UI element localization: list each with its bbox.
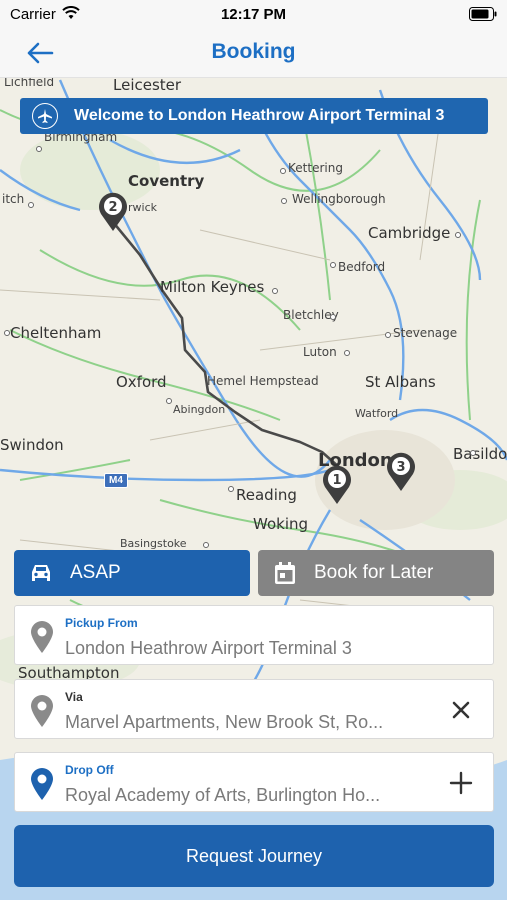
map-label-hemel-hempstead: Hemel Hempstead: [207, 374, 319, 388]
calendar-icon: [275, 562, 295, 584]
welcome-banner-text: Welcome to London Heathrow Airport Termi…: [74, 107, 445, 124]
status-bar: Carrier 12:17 PM: [0, 0, 507, 30]
town-dot: [166, 398, 172, 404]
map-label-st-albans: St Albans: [365, 373, 436, 391]
town-dot: [344, 350, 350, 356]
pickup-caption: Pickup From: [65, 616, 138, 630]
status-time: 12:17 PM: [220, 6, 287, 23]
map-label-stevenage: Stevenage: [393, 326, 458, 340]
route-pin-1-icon[interactable]: 1: [321, 463, 353, 505]
welcome-banner: Welcome to London Heathrow Airport Termi…: [20, 98, 488, 134]
via-field[interactable]: Via Marvel Apartments, New Brook St, Ro.…: [14, 679, 494, 739]
location-pin-icon: [31, 621, 53, 653]
map-label-swindon: Swindon: [0, 436, 64, 454]
map-label-woking: Woking: [253, 515, 309, 533]
add-via-plus-icon[interactable]: [447, 769, 475, 797]
town-dot: [28, 202, 34, 208]
dropoff-value: Royal Academy of Arts, Burlington Ho...: [65, 785, 381, 805]
map-label-cambridge: Cambridge: [368, 224, 451, 242]
town-dot: [385, 332, 391, 338]
town-dot: [330, 262, 336, 268]
town-dot: [4, 330, 10, 336]
route-pin-2-icon[interactable]: 2: [97, 190, 129, 232]
map-label-cheltenham: Cheltenham: [10, 324, 102, 342]
request-journey-button[interactable]: Request Journey: [14, 825, 494, 887]
town-dot: [203, 542, 209, 548]
town-dot: [470, 450, 476, 456]
remove-via-close-icon[interactable]: [447, 696, 475, 724]
town-dot: [280, 168, 286, 174]
map-label-luton: Luton: [303, 345, 337, 359]
town-dot: [281, 198, 287, 204]
dropoff-field[interactable]: Drop Off Royal Academy of Arts, Burlingt…: [14, 752, 494, 812]
book-for-later-label: Book for Later: [314, 562, 434, 583]
airplane-icon: [32, 103, 58, 129]
nav-bar: Booking: [0, 30, 507, 78]
map-label-lichfield: Lichfield: [4, 78, 55, 89]
map-label-milton-keynes: Milton Keynes: [160, 278, 265, 296]
page-title: Booking: [211, 40, 296, 63]
battery-icon: [469, 7, 497, 21]
map-label-oxford: Oxford: [116, 373, 167, 391]
map-label-abingdon: Abingdon: [173, 403, 226, 416]
route-pin-1-label: 1: [332, 473, 341, 488]
location-pin-icon: [31, 695, 53, 727]
map-label-basildon: Basildo: [453, 445, 507, 463]
car-icon: [32, 565, 50, 581]
map-label-watford: Watford: [355, 407, 399, 420]
asap-button[interactable]: ASAP: [14, 550, 250, 596]
map-label-wellingborough: Wellingborough: [292, 192, 386, 206]
town-dot: [36, 146, 42, 152]
map-label-itch: itch: [2, 192, 25, 206]
pickup-field[interactable]: Pickup From London Heathrow Airport Term…: [14, 605, 494, 665]
map-label-bedford: Bedford: [338, 260, 386, 274]
map-label-warwick: rwick: [128, 201, 157, 214]
map-label-basingstoke: Basingstoke: [120, 537, 187, 550]
location-pin-icon: [31, 768, 53, 800]
route-pin-3-icon[interactable]: 3: [385, 450, 417, 492]
asap-label: ASAP: [70, 562, 121, 583]
route-pin-2-label: 2: [108, 200, 117, 215]
town-dot: [272, 288, 278, 294]
dropoff-caption: Drop Off: [65, 763, 114, 777]
map-label-kettering: Kettering: [288, 161, 343, 175]
map-label-reading: Reading: [236, 486, 297, 504]
pickup-value: London Heathrow Airport Terminal 3: [65, 638, 352, 658]
route-pin-3-label: 3: [396, 460, 405, 475]
via-caption: Via: [65, 690, 83, 704]
via-value: Marvel Apartments, New Brook St, Ro...: [65, 712, 384, 732]
map-label-coventry: Coventry: [128, 172, 205, 190]
town-dot: [455, 232, 461, 238]
map-label-leicester: Leicester: [113, 78, 182, 94]
town-dot: [330, 314, 336, 320]
m4-road-marker: M4: [104, 473, 128, 488]
town-dot: [228, 486, 234, 492]
book-for-later-button[interactable]: Book for Later: [258, 550, 494, 596]
